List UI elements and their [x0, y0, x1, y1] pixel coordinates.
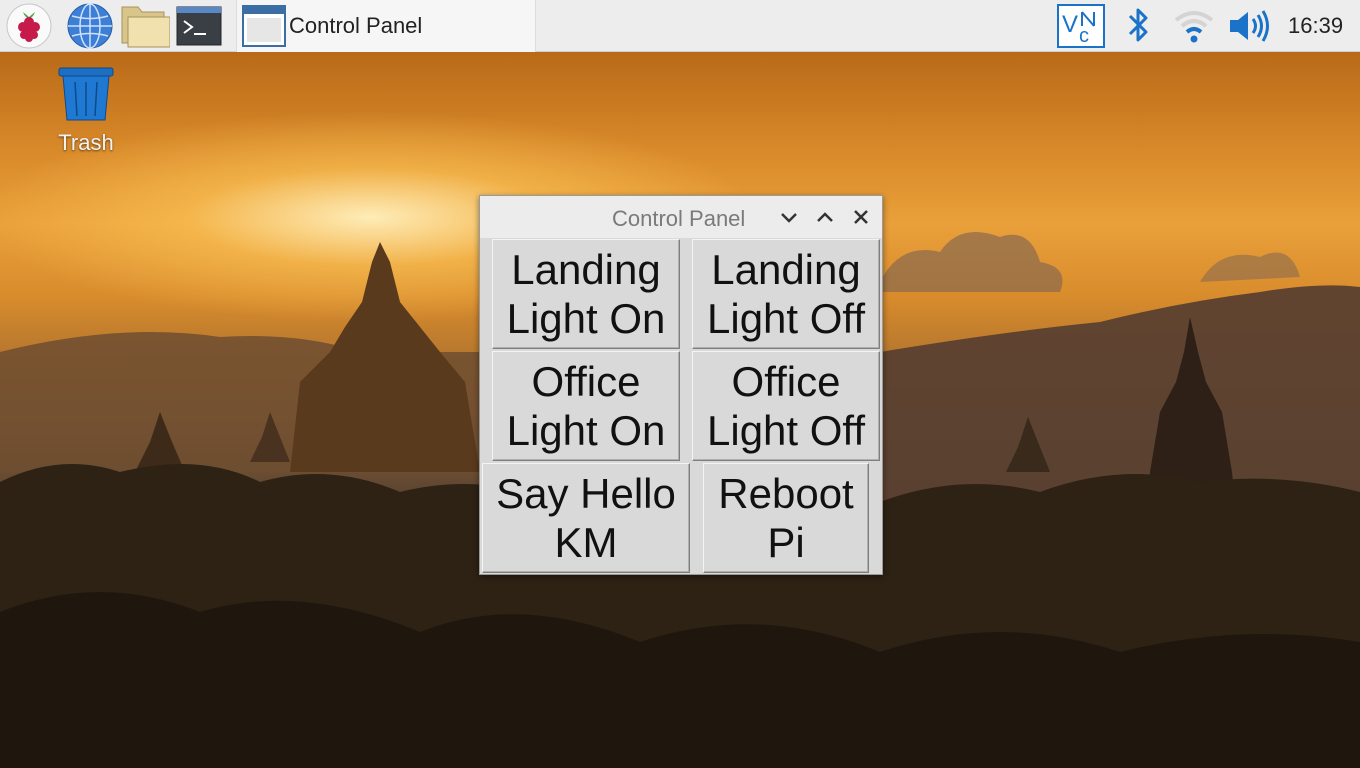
minimize-icon[interactable] [778, 206, 800, 228]
office-light-on-button[interactable]: Office Light On [492, 351, 680, 461]
button-label-line1: Reboot [718, 470, 854, 517]
raspberry-menu-button[interactable] [6, 3, 52, 49]
folder-icon [121, 6, 171, 48]
landing-light-on-button[interactable]: Landing Light On [492, 239, 680, 349]
bluetooth-icon [1128, 8, 1148, 42]
raspberry-icon [6, 3, 52, 49]
window-icon [242, 5, 286, 47]
reboot-pi-button[interactable]: Reboot Pi [703, 463, 869, 573]
close-icon[interactable] [850, 206, 872, 228]
control-panel-window: Control Panel Landing Light On Landing L… [479, 195, 883, 575]
terminal-icon [176, 6, 222, 46]
maximize-icon[interactable] [814, 206, 836, 228]
say-hello-button[interactable]: Say Hello KM [482, 463, 690, 573]
vnc-tray-button[interactable]: V c [1057, 4, 1105, 48]
office-light-off-button[interactable]: Office Light Off [692, 351, 880, 461]
web-browser-button[interactable] [67, 3, 113, 49]
button-label-line1: Landing [511, 246, 661, 293]
button-label-line2: Light Off [707, 295, 865, 342]
button-label-line1: Office [731, 358, 841, 405]
button-label-line1: Landing [711, 246, 861, 293]
terminal-button[interactable] [176, 3, 222, 49]
svg-text:c: c [1079, 25, 1089, 47]
task-button-label: Control Panel [289, 13, 423, 38]
volume-tray-button[interactable] [1226, 4, 1272, 48]
taskbar: Control Panel V c 16:39 [0, 0, 1360, 52]
bluetooth-tray-button[interactable] [1124, 4, 1154, 48]
wifi-icon [1174, 11, 1214, 43]
task-button-control-panel[interactable]: Control Panel [236, 0, 536, 52]
trash-icon [58, 67, 114, 121]
svg-text:V: V [1062, 11, 1078, 38]
file-manager-button[interactable] [120, 3, 171, 49]
clock[interactable]: 16:39 [1288, 13, 1343, 39]
volume-icon [1230, 10, 1269, 42]
window-titlebar[interactable]: Control Panel [480, 196, 882, 238]
vnc-icon: V c [1057, 4, 1105, 48]
button-label-line2: Light Off [707, 407, 865, 454]
button-label-line1: Office [531, 358, 641, 405]
button-label-line2: Light On [506, 295, 666, 342]
window-title: Control Panel [612, 206, 746, 231]
wifi-tray-button[interactable] [1172, 4, 1216, 48]
button-label-line1: Say Hello [496, 470, 676, 517]
landing-light-off-button[interactable]: Landing Light Off [692, 239, 880, 349]
button-label-line2: Light On [506, 407, 666, 454]
desktop-trash[interactable]: Trash [40, 66, 132, 166]
button-label-line2: Pi [767, 519, 805, 566]
globe-icon [67, 3, 113, 49]
trash-label: Trash [58, 130, 114, 155]
window-body: Landing Light On Landing Light Off Offic… [480, 238, 882, 574]
button-label-line2: KM [554, 519, 618, 566]
